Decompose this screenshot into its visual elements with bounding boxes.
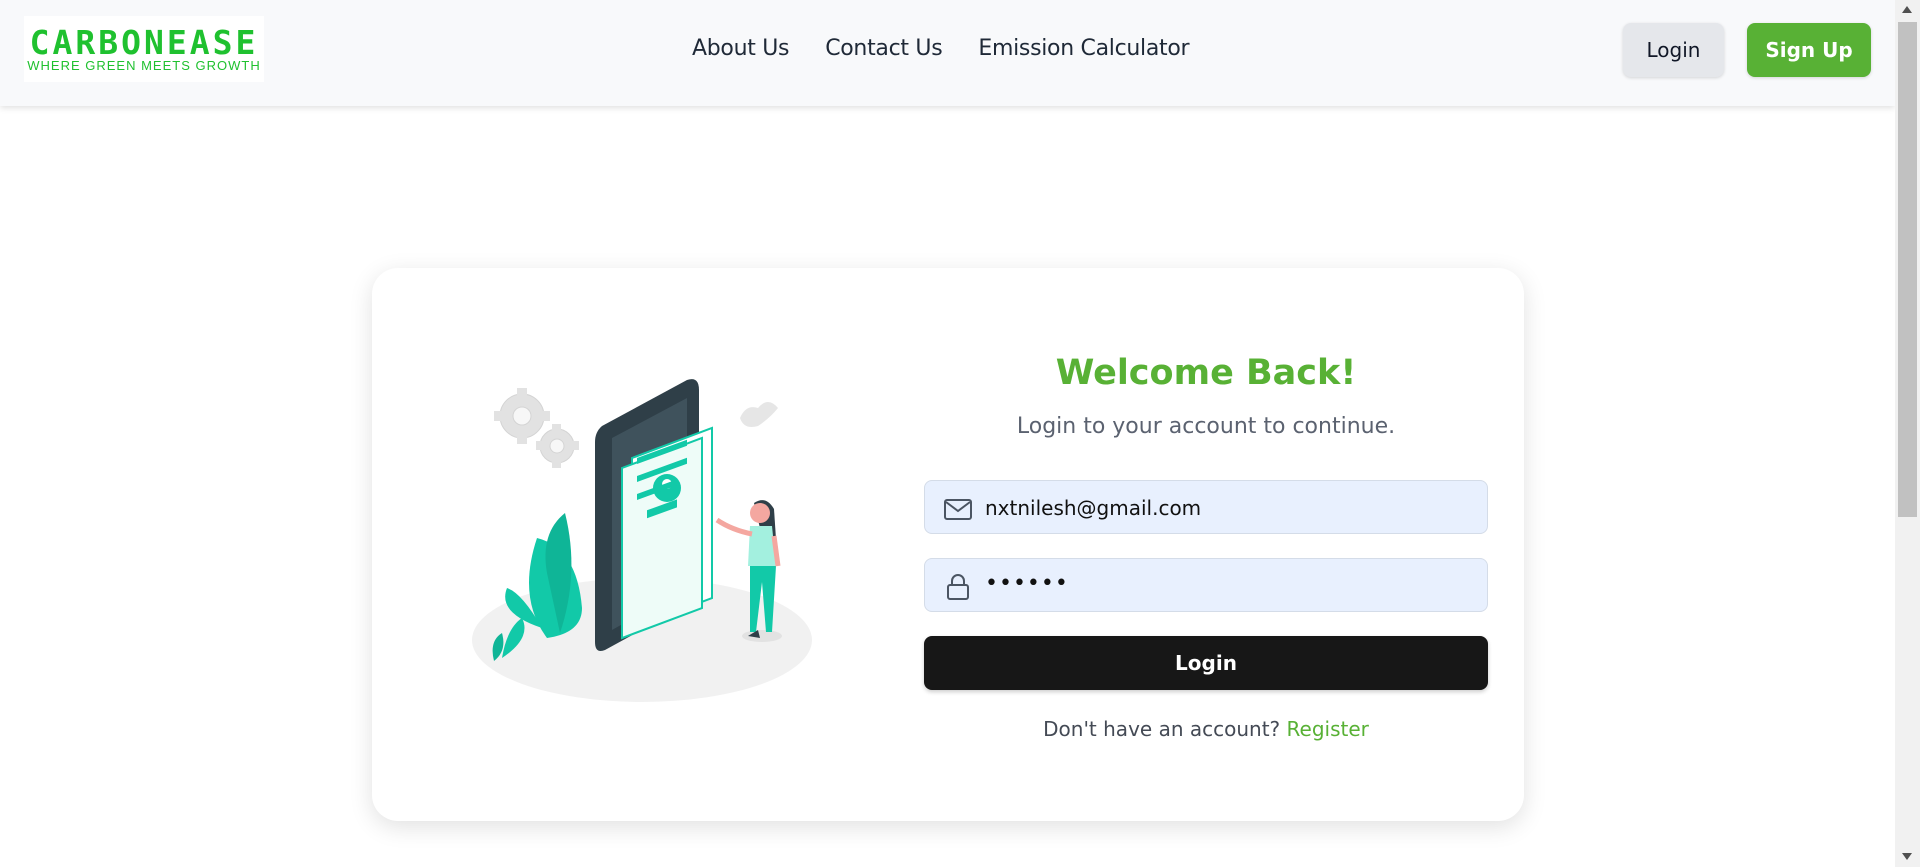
login-subtitle: Login to your account to continue. — [1016, 414, 1396, 439]
brand-tagline: WHERE GREEN MEETS GROWTH — [27, 58, 261, 73]
welcome-title: Welcome Back! — [1055, 353, 1357, 393]
password-value: •••••• — [985, 571, 1069, 596]
scroll-up-arrow-icon[interactable] — [1902, 6, 1912, 13]
brand-name: CARBONEASE — [29, 23, 259, 62]
brand-logo[interactable]: CARBONEASE WHERE GREEN MEETS GROWTH — [24, 16, 264, 82]
register-prompt-line: Don't have an account? Register — [924, 717, 1488, 741]
nav-link-contact-us[interactable]: Contact Us — [825, 36, 942, 61]
mail-icon — [944, 499, 972, 520]
nav-signup-button[interactable]: Sign Up — [1747, 23, 1871, 77]
scroll-down-arrow-icon[interactable] — [1902, 853, 1912, 860]
page-scrollbar[interactable] — [1895, 0, 1920, 867]
register-prompt-text: Don't have an account? — [1043, 717, 1281, 741]
login-card: Welcome Back! Login to your account to c… — [372, 268, 1524, 821]
nav-link-emission-calculator[interactable]: Emission Calculator — [978, 36, 1189, 61]
register-link[interactable]: Register — [1287, 717, 1369, 741]
lock-icon — [947, 574, 969, 600]
top-navbar: CARBONEASE WHERE GREEN MEETS GROWTH Abou… — [0, 0, 1895, 106]
password-field[interactable]: •••••• — [924, 558, 1488, 612]
nav-login-button[interactable]: Login — [1623, 23, 1724, 77]
main-nav: About Us Contact Us Emission Calculator — [692, 36, 1190, 61]
scroll-thumb[interactable] — [1898, 22, 1917, 517]
nav-link-about-us[interactable]: About Us — [692, 36, 790, 61]
mobile-login-illustration — [472, 379, 812, 702]
email-field[interactable]: nxtnilesh@gmail.com — [924, 480, 1488, 534]
email-value: nxtnilesh@gmail.com — [985, 496, 1202, 520]
login-submit-button[interactable]: Login — [924, 636, 1488, 690]
